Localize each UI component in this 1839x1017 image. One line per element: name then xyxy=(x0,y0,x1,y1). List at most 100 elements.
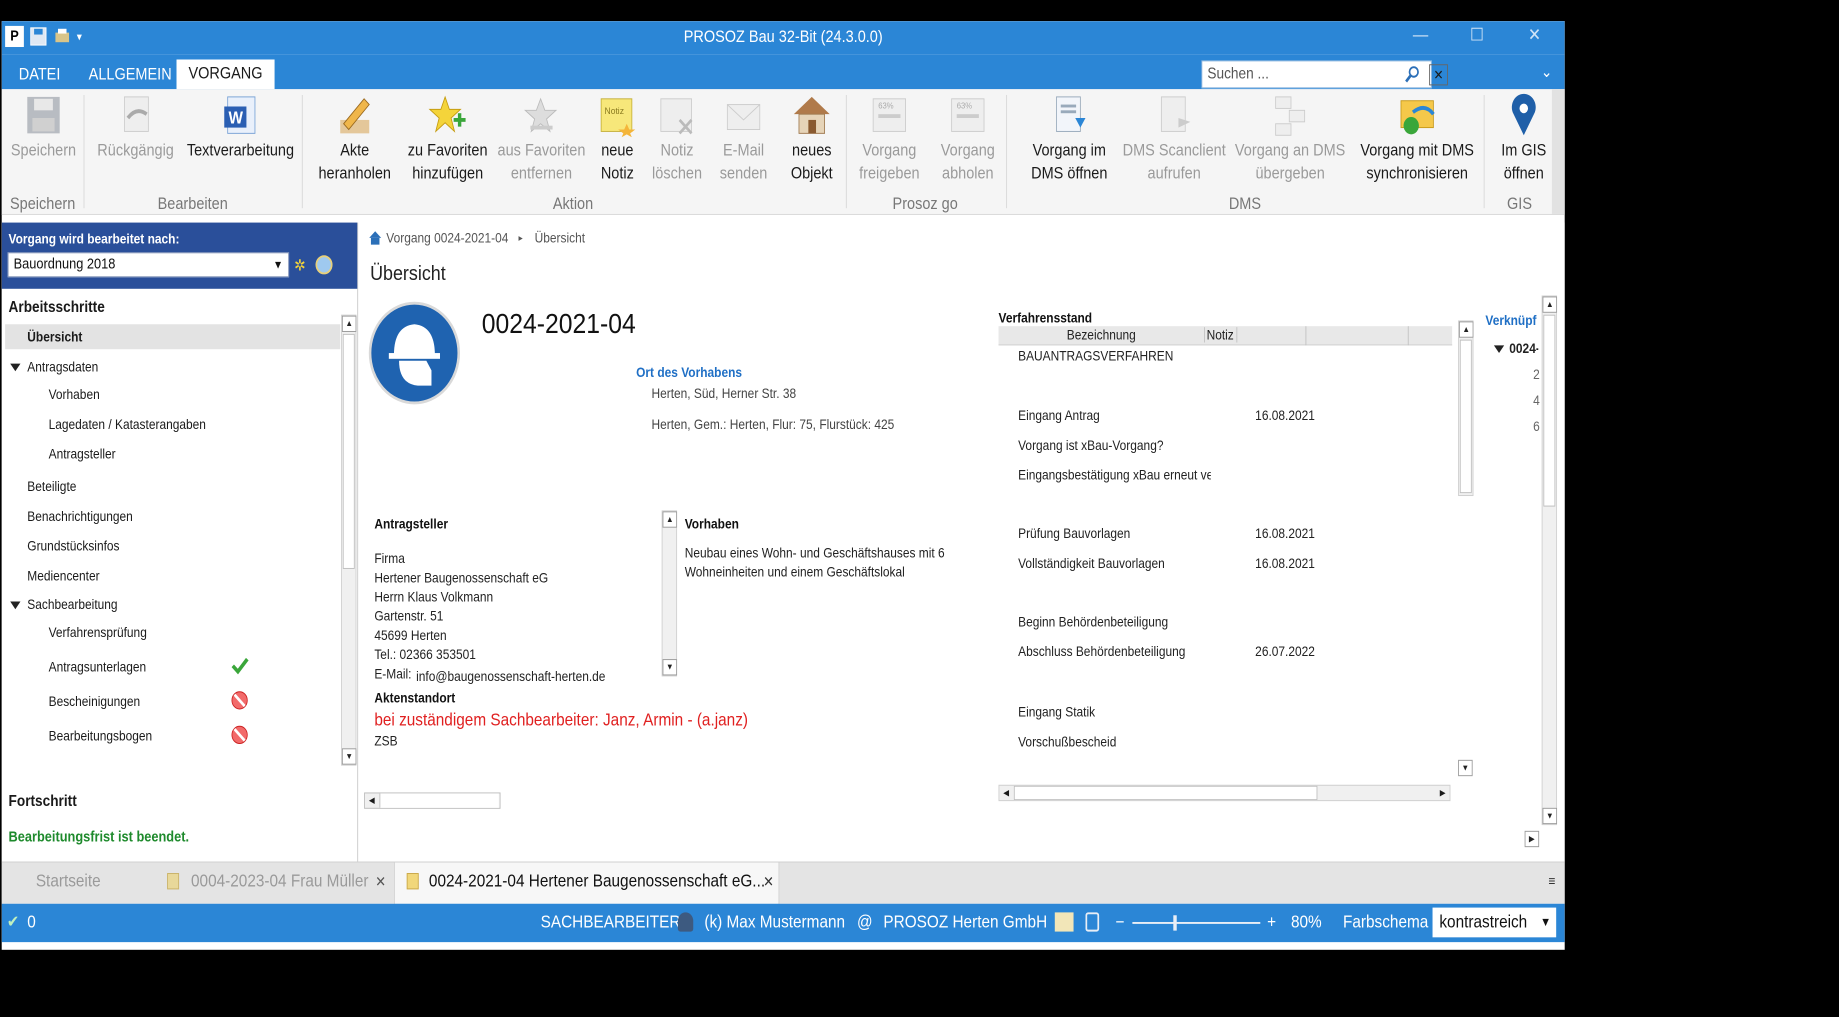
tab-datei[interactable]: DATEI xyxy=(7,62,72,89)
scroll-thumb[interactable] xyxy=(342,333,355,569)
scroll-down-icon[interactable]: ▼ xyxy=(662,659,678,676)
scroll-down-icon[interactable]: ▼ xyxy=(341,748,357,765)
scroll-up-icon[interactable]: ▲ xyxy=(662,511,678,528)
send-email-button[interactable]: E-Mail senden xyxy=(711,93,776,185)
user-name[interactable]: (k) Max Mustermann xyxy=(704,912,845,932)
zoom-slider[interactable] xyxy=(1132,915,1261,931)
nav-item-uebersicht[interactable]: Übersicht xyxy=(27,329,82,344)
scroll-right-icon[interactable]: ▶ xyxy=(1524,830,1540,848)
doc-tab-startseite[interactable]: Startseite xyxy=(36,871,101,891)
akte-heranholen-button[interactable]: Akte heranholen xyxy=(310,93,399,185)
main-scrollbar[interactable]: ▲ ▼ xyxy=(1541,295,1558,826)
search-input[interactable]: Suchen ... ✕ xyxy=(1201,60,1448,89)
procedure-scrollbar[interactable]: ▲ xyxy=(1458,320,1474,497)
dms-sync-button[interactable]: Vorgang mit DMS synchronisieren xyxy=(1352,93,1482,185)
dms-transfer-button[interactable]: Vorgang an DMS übergeben xyxy=(1228,93,1352,185)
collapse-triangle-icon[interactable] xyxy=(10,601,21,610)
zoom-in-icon[interactable]: + xyxy=(1267,912,1276,932)
scroll-up-icon[interactable]: ▲ xyxy=(341,315,357,332)
doc-tab-active[interactable]: 0024-2021-04 Hertener Baugenossenschaft … xyxy=(393,862,780,905)
release-case-button[interactable]: 63% Vorgang freigeben xyxy=(851,93,928,185)
scroll-thumb[interactable] xyxy=(1543,314,1556,507)
status-count: 0 xyxy=(27,912,36,932)
sync-icon xyxy=(1398,93,1437,137)
scroll-thumb[interactable] xyxy=(1013,785,1318,801)
nav-item-antragsteller[interactable]: Antragsteller xyxy=(49,446,116,461)
close-tab-icon[interactable]: ✕ xyxy=(763,873,774,890)
nav-item-bescheinigungen[interactable]: Bescheinigungen xyxy=(49,694,141,709)
minimize-icon[interactable]: — xyxy=(1413,25,1428,45)
chevron-down-icon[interactable]: ▼ xyxy=(1540,908,1551,937)
nav-item-beteiligte[interactable]: Beteiligte xyxy=(27,479,76,494)
scroll-down-icon[interactable]: ▼ xyxy=(1458,759,1473,777)
nav-item-sachbearbeitung[interactable]: Sachbearbeitung xyxy=(27,597,117,612)
scroll-thumb[interactable] xyxy=(379,793,499,808)
nav-item-mediencenter[interactable]: Mediencenter xyxy=(27,568,99,583)
nav-item-antragsunterlagen[interactable]: Antragsunterlagen xyxy=(49,659,147,674)
magic-wand-icon[interactable]: ✲ xyxy=(294,256,309,274)
scroll-thumb[interactable] xyxy=(1459,339,1472,494)
nav-item-antragsdaten[interactable]: Antragsdaten xyxy=(27,359,98,374)
scroll-right-icon[interactable]: ▶ xyxy=(1436,786,1450,800)
scroll-up-icon[interactable]: ▲ xyxy=(1542,296,1558,313)
scroll-left-icon[interactable]: ◀ xyxy=(999,786,1013,800)
nav-item-verfahrenspruefung[interactable]: Verfahrensprüfung xyxy=(49,625,147,640)
chevron-down-icon[interactable]: ▼ xyxy=(273,253,283,276)
fetch-case-button[interactable]: 63% Vorgang abholen xyxy=(933,93,1003,185)
ort-des-vorhabens-title: Ort des Vorhabens xyxy=(636,364,743,380)
zoom-slider-thumb[interactable] xyxy=(1173,915,1177,931)
tab-list-icon[interactable]: ≡ xyxy=(1549,873,1556,888)
tab-vorgang[interactable]: VORGANG xyxy=(176,59,275,90)
ribbon-scroll-right[interactable] xyxy=(1551,89,1565,214)
tree-scrollbar[interactable]: ▲ ▼ xyxy=(341,314,357,766)
add-favorite-button[interactable]: zu Favoriten hinzufügen xyxy=(402,93,492,185)
ribbon-collapse-icon[interactable]: ⌄ xyxy=(1541,62,1552,81)
col-bezeichnung[interactable]: Bezeichnung xyxy=(999,327,1205,343)
email-label: E-Mail: xyxy=(374,665,412,682)
links-item[interactable]: 0024- xyxy=(1509,341,1538,356)
scroll-down-icon[interactable]: ▼ xyxy=(1542,807,1558,825)
new-object-button[interactable]: neues Objekt xyxy=(779,93,844,185)
refresh-globe-icon[interactable] xyxy=(315,255,333,275)
nav-item-lagedaten[interactable]: Lagedaten / Katasterangaben xyxy=(49,416,206,431)
maximize-icon[interactable]: ☐ xyxy=(1470,25,1484,45)
gis-open-button[interactable]: Im GIS öffnen xyxy=(1492,93,1555,185)
remove-favorite-button[interactable]: aus Favoriten entfernen xyxy=(495,93,589,185)
undo-button[interactable]: Rückgängig xyxy=(92,93,179,162)
delete-note-button[interactable]: Notiz löschen xyxy=(646,93,707,185)
zoom-out-icon[interactable]: − xyxy=(1115,912,1124,932)
collapse-triangle-icon[interactable] xyxy=(1493,345,1505,354)
scroll-up-icon[interactable]: ▲ xyxy=(1458,321,1474,338)
search-icon[interactable] xyxy=(1404,65,1421,84)
new-note-button[interactable]: Notiz neue Notiz xyxy=(592,93,643,185)
scroll-left-icon[interactable]: ◀ xyxy=(365,793,379,807)
nav-item-bearbeitungsbogen[interactable]: Bearbeitungsbogen xyxy=(49,728,153,743)
nav-item-vorhaben[interactable]: Vorhaben xyxy=(49,387,100,402)
procedure-h-scrollbar[interactable]: ◀ ▶ xyxy=(998,784,1451,802)
home-icon[interactable] xyxy=(368,230,382,245)
lock-icon[interactable] xyxy=(1085,912,1100,932)
dms-open-button[interactable]: Vorgang im DMS öffnen xyxy=(1015,93,1124,185)
horizontal-scrollbar[interactable]: ◀ xyxy=(364,792,501,809)
notes-icon[interactable] xyxy=(1054,912,1074,932)
col-notiz[interactable]: Notiz xyxy=(1207,327,1238,343)
tab-allgemein[interactable]: ALLGEMEIN xyxy=(77,62,184,89)
vorhaben-scrollbar[interactable]: ▲ ▼ xyxy=(661,510,678,677)
color-scheme-select[interactable]: kontrastreich ▼ xyxy=(1432,907,1557,938)
clear-search-icon[interactable]: ✕ xyxy=(1429,64,1448,86)
save-button[interactable]: Speichern xyxy=(7,93,80,162)
close-icon[interactable]: ✕ xyxy=(1528,25,1541,45)
at-sign: @ xyxy=(856,912,873,932)
organization[interactable]: PROSOZ Herten GmbH xyxy=(883,912,1047,932)
textverarbeitung-button[interactable]: W Textverarbeitung xyxy=(182,93,298,162)
dms-scanclient-button[interactable]: DMS Scanclient aufrufen xyxy=(1110,93,1238,185)
nav-item-benachrichtigungen[interactable]: Benachrichtigungen xyxy=(27,508,133,523)
breadcrumb-case[interactable]: Vorgang 0024-2021-04 xyxy=(386,230,508,245)
nav-item-grundstuecksinfos[interactable]: Grundstücksinfos xyxy=(27,538,119,553)
email-link[interactable]: info@baugenossenschaft-herten.de xyxy=(416,669,605,684)
collapse-triangle-icon[interactable] xyxy=(10,363,21,372)
search-placeholder: Suchen ... xyxy=(1207,66,1269,83)
close-tab-icon[interactable]: ✕ xyxy=(375,873,386,890)
process-rule-select[interactable]: Bauordnung 2018 ▼ xyxy=(7,252,290,278)
doc-tab-0004[interactable]: 0004-2023-04 Frau Müller xyxy=(191,871,368,891)
